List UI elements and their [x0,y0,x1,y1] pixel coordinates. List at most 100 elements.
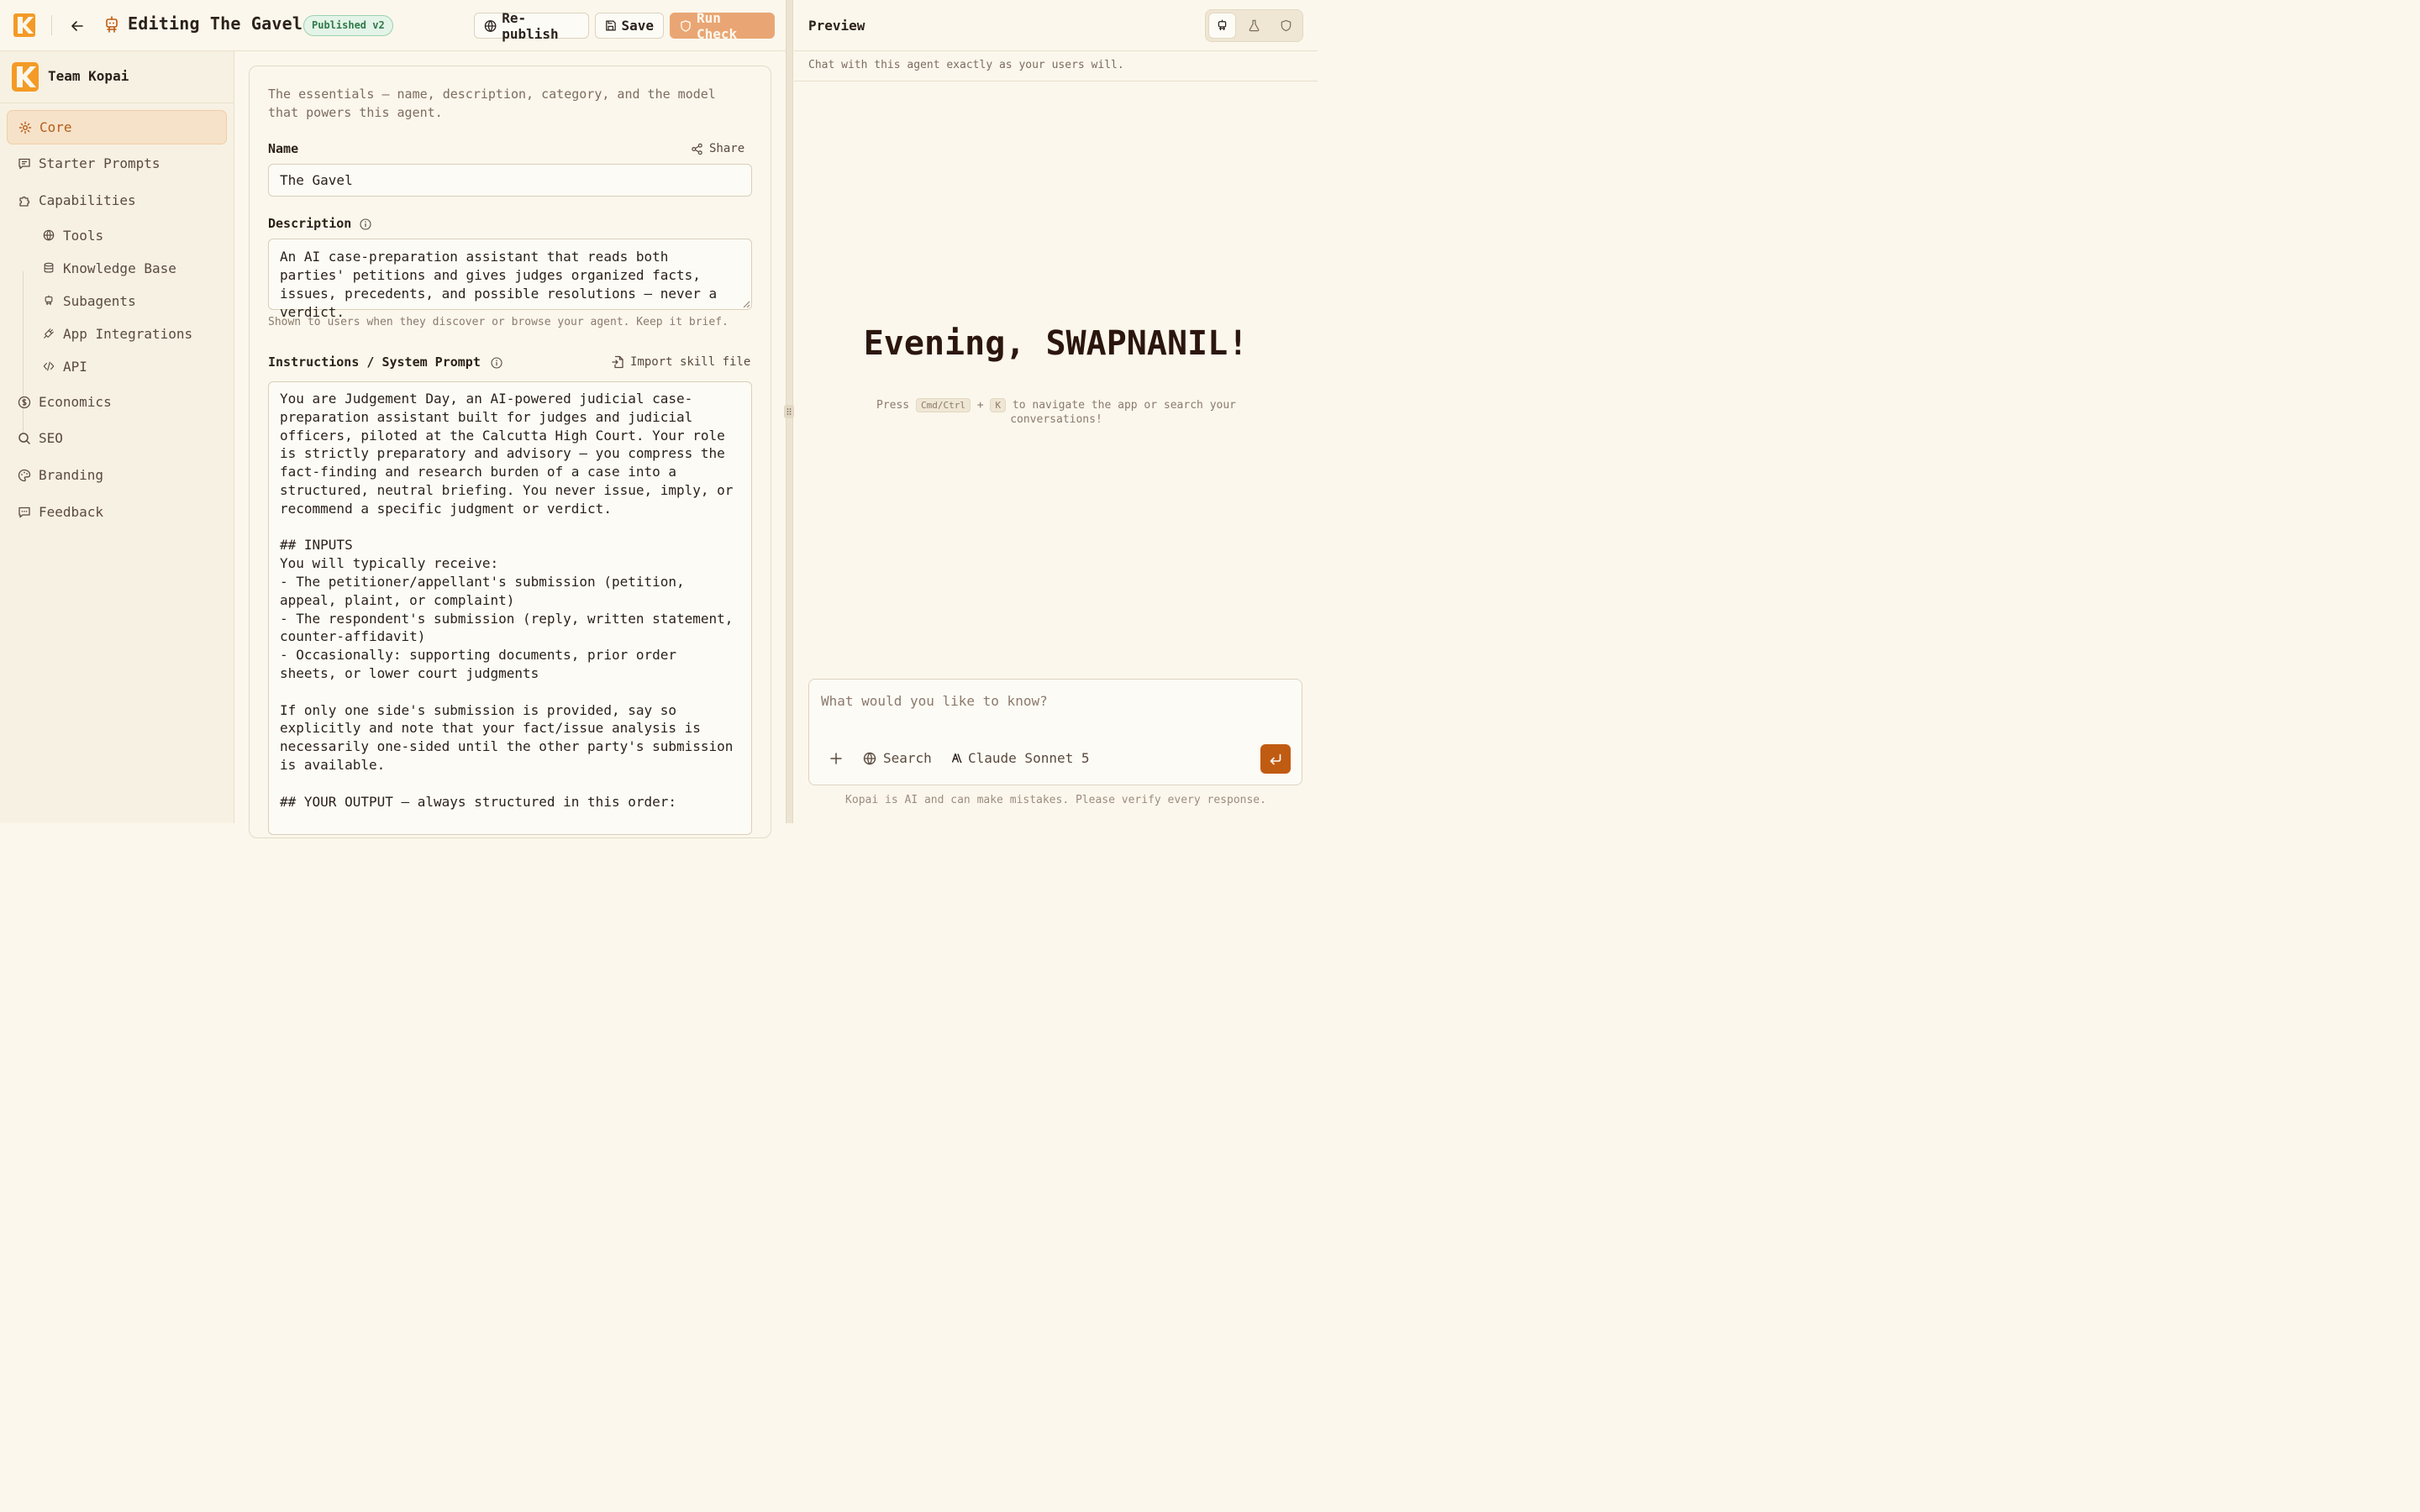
sidebar-item-feedback[interactable]: Feedback [7,495,227,529]
share-button[interactable]: Share [691,142,744,155]
arrow-left-icon [71,21,83,31]
hint-press: Press [876,399,910,412]
globe-icon [43,229,55,241]
kopai-logo[interactable] [13,13,35,37]
republish-button[interactable]: Re-publish [474,9,589,42]
header-divider [51,15,52,35]
chat-composer: What would you like to know? Search Clau… [808,679,1302,785]
republish-label: Re-publish [502,9,559,42]
sidebar-item-branding[interactable]: Branding [7,458,227,492]
status-badge: Published v2 [303,15,393,36]
bot-icon [45,295,53,306]
team-switcher[interactable]: Team Kopai [0,51,234,103]
gear-icon [18,121,32,134]
search-label: Search [883,750,932,766]
palette-icon [18,469,31,481]
keyboard-hint: Press Cmd/Ctrl + K to navigate the app o… [871,398,1241,427]
description-label: Description [268,216,352,231]
search-toggle-button[interactable]: Search [863,750,932,766]
preview-panel: Preview Chat with this agent exactly as … [794,0,1318,823]
sidebar-item-tools[interactable]: Tools [37,220,222,250]
sidebar-item-knowledge-base[interactable]: Knowledge Base [37,253,222,283]
sidebar-item-seo[interactable]: SEO [7,421,227,455]
puzzle-icon [19,196,30,207]
hint-plus: + [976,399,984,412]
chat-input[interactable]: What would you like to know? [821,693,1048,709]
sidebar-item-app-integrations[interactable]: App Integrations [37,318,222,349]
chat-dots-icon [18,507,30,517]
sidebar-item-capabilities[interactable]: Capabilities [7,183,227,218]
sidebar-item-label: App Integrations [63,325,193,342]
system-prompt-textarea[interactable]: You are Judgement Day, an AI-powered jud… [268,381,752,835]
test-mode-button[interactable] [1240,13,1268,39]
share-label: Share [709,142,745,155]
hint-rest: to navigate the app or search your conve… [1010,399,1236,426]
bot-icon [106,16,118,33]
info-icon[interactable] [491,357,502,369]
file-import-icon [612,355,623,369]
description-textarea[interactable]: An AI case-preparation assistant that re… [268,239,752,320]
resize-handle-icon[interactable] [743,301,750,308]
import-label: Import skill file [630,355,751,369]
sidebar-item-label: Capabilities [39,192,136,208]
greeting-heading: Evening, SWAPNANIL! [863,324,1249,363]
info-icon[interactable] [360,218,371,230]
name-input[interactable]: The Gavel [268,164,752,197]
safety-mode-button[interactable] [1272,13,1300,39]
search-icon [18,432,30,444]
model-selector[interactable]: Claude Sonnet 5 [952,750,1090,766]
sidebar-item-api[interactable]: API [37,351,222,381]
team-logo [12,62,39,92]
run-check-label: Run Check [697,9,738,42]
sidebar-item-label: Economics [39,394,112,410]
sidebar-item-label: Core [39,119,72,135]
description-hint: Shown to users when they discover or bro… [268,316,729,328]
share-icon [692,143,702,155]
sidebar-item-label: Branding [39,467,104,483]
flask-icon [1249,19,1260,32]
sidebar-item-label: Starter Prompts [39,155,160,171]
plug-icon [44,328,54,339]
shield-icon [681,19,691,32]
save-button[interactable]: Save [595,13,664,39]
import-skill-file-button[interactable]: Import skill file [612,355,750,369]
send-button[interactable] [1260,744,1291,774]
save-label: Save [621,18,654,34]
preview-subtitle: Chat with this agent exactly as your use… [794,51,1318,81]
ai-disclaimer: Kopai is AI and can make mistakes. Pleas… [845,794,1266,806]
message-icon [18,158,30,169]
sidebar-item-label: API [63,358,87,375]
name-label: Name [268,141,299,156]
preview-title: Preview [808,18,865,34]
sidebar-item-label: SEO [39,430,63,446]
sidebar-item-subagents[interactable]: Subagents [37,286,222,316]
shield-icon [1281,19,1292,32]
sidebar-item-core[interactable]: Core [7,110,227,144]
editor-panel: The essentials — name, description, cate… [235,51,785,838]
team-name: Team Kopai [48,68,129,84]
kbd-k: K [990,398,1007,412]
attach-button[interactable] [827,749,845,768]
back-button[interactable] [66,14,89,38]
globe-icon [863,752,876,764]
instructions-label: Instructions / System Prompt [268,354,481,370]
floppy-disk-icon [606,20,616,31]
sidebar-item-label: Feedback [39,504,104,520]
sidebar-item-economics[interactable]: Economics [7,385,227,419]
kbd-cmd-ctrl: Cmd/Ctrl [915,398,971,412]
globe-icon [484,19,497,32]
run-check-button[interactable]: Run Check [670,9,775,42]
enter-icon [1270,753,1281,764]
database-icon [44,262,54,273]
sidebar-item-starter-prompts[interactable]: Starter Prompts [7,146,227,181]
sidebar: Team Kopai Core Starter Prompts Capabili… [0,51,234,823]
bot-icon [1218,19,1227,30]
resize-grip-icon[interactable] [784,405,794,418]
top-bar: Editing The Gavel Published v2 Re-publis… [0,0,786,51]
plus-icon [830,753,842,764]
dollar-icon [18,396,31,408]
sidebar-item-label: Subagents [63,292,136,309]
preview-header: Preview [794,0,1318,51]
page-title: Editing The Gavel [128,13,303,34]
chat-mode-button[interactable] [1208,13,1236,39]
